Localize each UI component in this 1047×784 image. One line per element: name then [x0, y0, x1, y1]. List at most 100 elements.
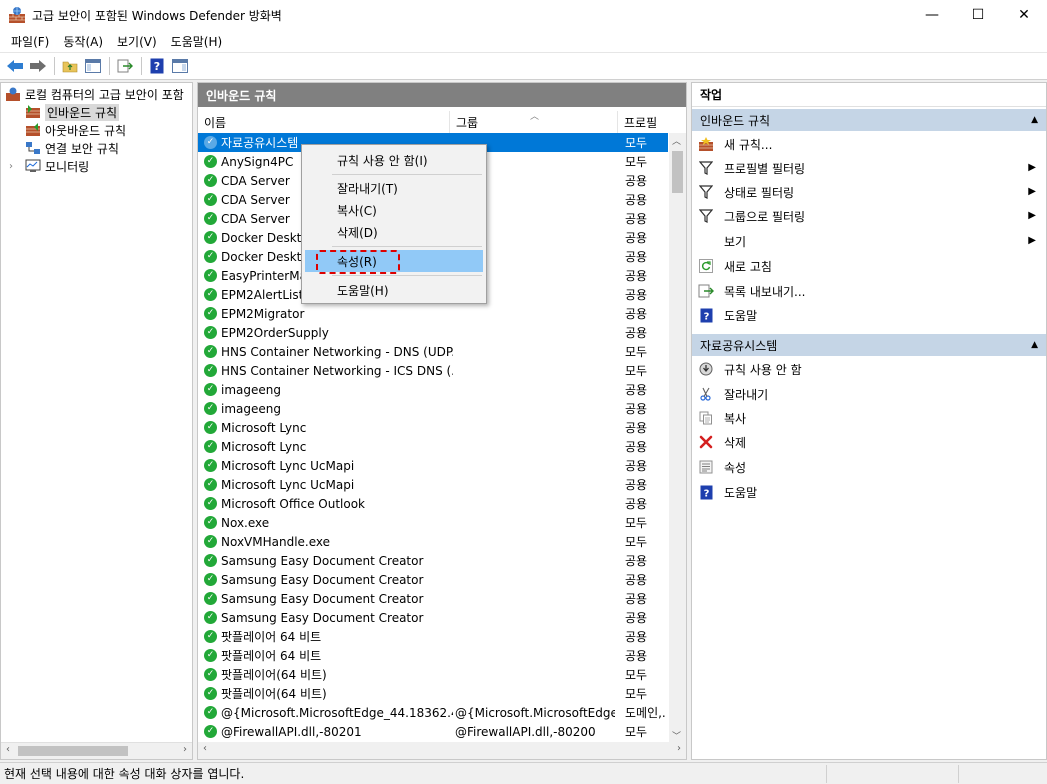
ctx-delete[interactable]: 삭제(D): [305, 221, 483, 243]
minimize-button[interactable]: —: [909, 0, 955, 30]
toolbar-separator: [109, 57, 110, 75]
rule-row[interactable]: ✓ Microsoft Lync UcMapi 공용: [198, 456, 668, 475]
rule-row[interactable]: ✓ imageeng 공용: [198, 380, 668, 399]
rule-row[interactable]: ✓ imageeng 공용: [198, 399, 668, 418]
scrollbar-thumb[interactable]: [18, 746, 128, 756]
rule-row[interactable]: ✓ Microsoft Lync 공용: [198, 437, 668, 456]
rules-pane-title: 인바운드 규칙: [198, 83, 686, 107]
scroll-right-icon[interactable]: ›: [677, 743, 681, 754]
column-group[interactable]: 그룹: [450, 111, 618, 133]
action-filter-by-state[interactable]: 상태로 필터링 ▶: [692, 181, 1046, 203]
menu-view[interactable]: 보기(V): [110, 33, 164, 50]
filter-icon: [698, 184, 714, 200]
tree-item-inbound-rules[interactable]: 인바운드 규칙: [25, 103, 120, 121]
scroll-down-icon[interactable]: ﹀: [672, 729, 681, 742]
scroll-up-icon[interactable]: ︿: [672, 134, 681, 147]
export-list-icon[interactable]: [114, 55, 136, 77]
rule-row[interactable]: ✓ 팟플레이어 64 비트 공용: [198, 627, 668, 646]
menu-help[interactable]: 도움말(H): [164, 33, 230, 50]
rule-profile: 공용: [625, 288, 648, 302]
rules-vertical-scrollbar[interactable]: ︿ ﹀: [669, 133, 686, 743]
action-view[interactable]: 보기 ▶: [692, 230, 1046, 252]
close-button[interactable]: ✕: [1001, 0, 1047, 30]
rule-row[interactable]: ✓ Nox.exe 모두: [198, 513, 668, 532]
back-arrow-icon[interactable]: [4, 55, 26, 77]
action-properties[interactable]: 속성: [692, 456, 1046, 478]
export-list-icon: [698, 283, 714, 299]
help-icon[interactable]: ?: [146, 55, 168, 77]
action-filter-by-profile[interactable]: 프로필별 필터링 ▶: [692, 157, 1046, 179]
action-cut[interactable]: 잘라내기: [692, 383, 1046, 405]
rule-row[interactable]: ✓ Samsung Easy Document Creator 공용: [198, 551, 668, 570]
rule-row[interactable]: ✓ Samsung Easy Document Creator 공용: [198, 608, 668, 627]
rule-row[interactable]: ✓ @FirewallAPI.dll,-80201 @FirewallAPI.dll…: [198, 722, 668, 741]
svg-text:?: ?: [703, 488, 709, 499]
scroll-right-icon[interactable]: ›: [183, 744, 187, 755]
actions-section-inbound[interactable]: 인바운드 규칙 ▲: [692, 109, 1046, 131]
enabled-check-icon: ✓: [204, 136, 217, 149]
status-divider: [958, 765, 959, 783]
tree-root[interactable]: 로컬 컴퓨터의 고급 보안이 포함: [5, 85, 184, 103]
up-folder-icon[interactable]: [59, 55, 81, 77]
ctx-disable-rule[interactable]: 규칙 사용 안 함(I): [305, 149, 483, 171]
ctx-copy[interactable]: 복사(C): [305, 199, 483, 221]
action-copy[interactable]: 복사: [692, 407, 1046, 429]
action-help[interactable]: ? 도움말: [692, 481, 1046, 503]
action-disable-rule[interactable]: 규칙 사용 안 함: [692, 358, 1046, 380]
rule-row[interactable]: ✓ Microsoft Office Outlook 공용: [198, 494, 668, 513]
scroll-left-icon[interactable]: ‹: [6, 744, 10, 755]
enabled-check-icon: ✓: [204, 725, 217, 738]
action-refresh[interactable]: 새로 고침: [692, 255, 1046, 277]
menu-file[interactable]: 파일(F): [4, 33, 56, 50]
column-name[interactable]: 이름: [198, 111, 450, 133]
action-label: 상태로 필터링: [724, 185, 795, 200]
tree-item-outbound-rules[interactable]: 아웃바운드 규칙: [25, 121, 126, 139]
expand-chevron-icon[interactable]: ›: [9, 161, 21, 172]
rule-row[interactable]: ✓ Samsung Easy Document Creator 공용: [198, 570, 668, 589]
forward-arrow-icon[interactable]: [27, 55, 49, 77]
rule-row[interactable]: ✓ HNS Container Networking - ICS DNS (...…: [198, 361, 668, 380]
rule-row[interactable]: ✓ Samsung Easy Document Creator 공용: [198, 589, 668, 608]
actions-section-selected-rule[interactable]: 자료공유시스템 ▲: [692, 334, 1046, 356]
show-hide-tree-icon[interactable]: [82, 55, 104, 77]
column-profile[interactable]: 프로필: [618, 111, 668, 133]
rule-row[interactable]: ✓ EPM2Migrator 공용: [198, 304, 668, 323]
action-delete[interactable]: 삭제: [692, 431, 1046, 453]
rule-row[interactable]: ✓ NoxVMHandle.exe 모두: [198, 532, 668, 551]
rule-row[interactable]: ✓ 팟플레이어(64 비트) 모두: [198, 684, 668, 703]
tree-item-connection-security[interactable]: 연결 보안 규칙: [25, 139, 119, 157]
action-new-rule[interactable]: 새 규칙...: [692, 133, 1046, 155]
rule-name: Microsoft Lync UcMapi: [221, 458, 355, 473]
ctx-cut[interactable]: 잘라내기(T): [305, 177, 483, 199]
context-menu: 규칙 사용 안 함(I) 잘라내기(T) 복사(C) 삭제(D) 속성(R) 도…: [301, 144, 487, 304]
rule-row[interactable]: ✓ Microsoft Lync UcMapi 공용: [198, 475, 668, 494]
rule-row[interactable]: ✓ @{Microsoft.MicrosoftEdge_44.18362.4...…: [198, 703, 668, 722]
collapse-caret-icon[interactable]: ▲: [1031, 340, 1038, 350]
tree-item-monitoring[interactable]: › 모니터링: [9, 157, 89, 175]
collapse-caret-icon[interactable]: ▲: [1031, 115, 1038, 125]
ctx-help[interactable]: 도움말(H): [305, 279, 483, 301]
tree-horizontal-scrollbar[interactable]: ‹ ›: [1, 742, 192, 759]
rule-row[interactable]: ✓ HNS Container Networking - DNS (UDP... 모…: [198, 342, 668, 361]
action-filter-by-group[interactable]: 그룹으로 필터링 ▶: [692, 205, 1046, 227]
action-export-list[interactable]: 목록 내보내기...: [692, 280, 1046, 302]
rule-profile: 모두: [625, 725, 648, 739]
submenu-arrow-icon: ▶: [1028, 162, 1036, 173]
rule-profile: 공용: [625, 174, 648, 188]
maximize-button[interactable]: ☐: [955, 0, 1001, 30]
scroll-left-icon[interactable]: ‹: [203, 743, 207, 754]
enabled-check-icon: ✓: [204, 288, 217, 301]
rule-row[interactable]: ✓ Microsoft Lync 공용: [198, 418, 668, 437]
rule-row[interactable]: ✓ EPM2OrderSupply 공용: [198, 323, 668, 342]
action-pane-icon[interactable]: [169, 55, 191, 77]
menu-action[interactable]: 동작(A): [56, 33, 110, 50]
rule-row[interactable]: ✓ 팟플레이어 64 비트 공용: [198, 646, 668, 665]
rule-row[interactable]: ✓ 팟플레이어(64 비트) 모두: [198, 665, 668, 684]
action-help[interactable]: ? 도움말: [692, 304, 1046, 326]
rules-horizontal-scrollbar[interactable]: ‹ ›: [198, 742, 686, 759]
rule-profile: 공용: [625, 497, 648, 511]
tree-root-label: 로컬 컴퓨터의 고급 보안이 포함: [25, 87, 184, 102]
scrollbar-thumb[interactable]: [672, 151, 683, 193]
rule-name: Microsoft Lync: [221, 420, 307, 435]
rule-profile: 공용: [625, 193, 648, 207]
